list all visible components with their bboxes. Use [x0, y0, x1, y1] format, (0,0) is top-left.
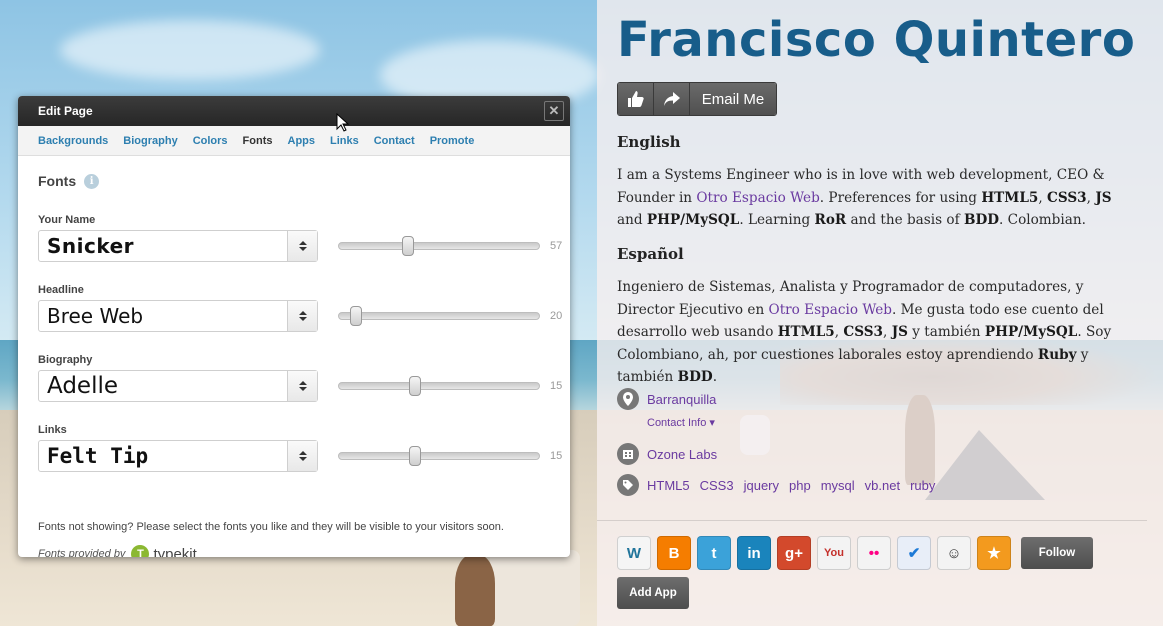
spanish-heading: Español [617, 245, 684, 263]
links-font-select[interactable]: Felt Tip [38, 440, 318, 472]
google-plus-icon[interactable]: g+ [777, 536, 811, 570]
fonts-provided-by: Fonts provided by T typekit [38, 545, 197, 557]
tag-list: HTML5 CSS3 jquery php mysql vb.net ruby [647, 478, 935, 493]
headline-size-slider[interactable] [338, 306, 540, 326]
tag-link[interactable]: ruby [910, 478, 935, 493]
location-link[interactable]: Barranquilla [647, 392, 716, 407]
english-bio: I am a Systems Engineer who is in love w… [617, 167, 1112, 228]
font-select-value: Adelle [47, 373, 119, 399]
tags-row: HTML5 CSS3 jquery php mysql vb.net ruby [617, 474, 935, 496]
slider-thumb[interactable] [402, 236, 414, 256]
location-row: Barranquilla [617, 388, 716, 410]
linkedin-icon[interactable]: in [737, 536, 771, 570]
biography-size-slider[interactable] [338, 376, 540, 396]
share-arrow-icon [663, 92, 680, 106]
dialog-title: Edit Page [38, 104, 93, 118]
caret-down-icon: ▾ [709, 417, 715, 429]
company-row: Ozone Labs [617, 443, 717, 465]
otro-espacio-web-link-es[interactable]: Otro Espacio Web [769, 302, 892, 318]
edit-page-dialog: Edit Page ✕ Backgrounds Biography Colors Fo… [18, 96, 570, 557]
tab-biography[interactable]: Biography [123, 135, 177, 147]
tab-apps[interactable]: Apps [288, 135, 316, 147]
font-select-value: Felt Tip [47, 444, 149, 468]
thumbs-up-icon [627, 91, 644, 107]
add-app-button[interactable]: Add App [617, 577, 689, 609]
mouse-cursor-icon [336, 113, 350, 132]
select-arrows-icon [287, 301, 317, 331]
blogger-icon[interactable]: B [657, 536, 691, 570]
thumbs-up-button[interactable] [618, 83, 654, 115]
dialog-tabs: Backgrounds Biography Colors Fonts Apps Links… [18, 126, 570, 156]
foursquare-icon[interactable]: ✔ [897, 536, 931, 570]
contact-info-dropdown[interactable]: Contact Info ▾ [647, 416, 715, 429]
slider-thumb[interactable] [409, 446, 421, 466]
slider-thumb[interactable] [350, 306, 362, 326]
tab-colors[interactable]: Colors [193, 135, 228, 147]
select-arrows-icon [287, 441, 317, 471]
follow-button[interactable]: Follow [1021, 537, 1093, 569]
your-name-size-value: 57 [550, 240, 563, 252]
share-button[interactable] [654, 83, 690, 115]
tab-contact[interactable]: Contact [374, 135, 415, 147]
tag-link[interactable]: jquery [744, 478, 779, 493]
links-size-slider[interactable] [338, 446, 540, 466]
tab-links[interactable]: Links [330, 135, 359, 147]
dialog-header: Edit Page ✕ [18, 96, 570, 126]
biography-size-value: 15 [550, 380, 563, 392]
action-bar: Email Me [617, 82, 777, 116]
twitter-icon[interactable]: t [697, 536, 731, 570]
tab-fonts[interactable]: Fonts [243, 135, 273, 147]
your-name-label: Your Name [38, 214, 96, 226]
headline-font-select[interactable]: Bree Web [38, 300, 318, 332]
tab-promote[interactable]: Promote [430, 135, 475, 147]
typekit-leaf-icon: T [131, 545, 150, 557]
close-icon[interactable]: ✕ [544, 101, 564, 121]
links-size-value: 15 [550, 450, 563, 462]
biography-label: Biography [38, 354, 93, 366]
select-arrows-icon [287, 371, 317, 401]
apps-bar: W Bt in g+ You •• ✔ ☺ ★ Follow [617, 536, 1093, 570]
flickr-icon[interactable]: •• [857, 536, 891, 570]
email-me-button[interactable]: Email Me [690, 83, 776, 115]
otro-espacio-web-link[interactable]: Otro Espacio Web [696, 190, 819, 206]
tab-backgrounds[interactable]: Backgrounds [38, 135, 108, 147]
font-select-value: Snicker [47, 234, 135, 258]
your-name-font-select[interactable]: Snicker [38, 230, 318, 262]
fonts-note: Fonts not showing? Please select the fon… [38, 521, 504, 533]
typekit-logo[interactable]: T typekit [131, 545, 197, 557]
tag-link[interactable]: mysql [821, 478, 855, 493]
tag-link[interactable]: vb.net [865, 478, 900, 493]
profile-panel: Francisco Quintero Email Me English I am… [597, 0, 1163, 626]
fonts-heading: Fonts i [38, 173, 100, 189]
tag-link[interactable]: HTML5 [647, 478, 690, 493]
slider-thumb[interactable] [409, 376, 421, 396]
building-icon [617, 443, 639, 465]
english-heading: English [617, 133, 681, 151]
tag-link[interactable]: php [789, 478, 811, 493]
wordpress-icon[interactable]: W [617, 536, 651, 570]
info-icon[interactable]: i [84, 173, 100, 189]
select-arrows-icon [287, 231, 317, 261]
tag-icon [617, 474, 639, 496]
youtube-icon[interactable]: You [817, 536, 851, 570]
company-link[interactable]: Ozone Labs [647, 447, 717, 462]
location-pin-icon [617, 388, 639, 410]
tag-link[interactable]: CSS3 [700, 478, 734, 493]
github-icon[interactable]: ☺ [937, 536, 971, 570]
font-select-value: Bree Web [47, 304, 144, 328]
your-name-size-slider[interactable] [338, 236, 540, 256]
headline-size-value: 20 [550, 310, 563, 322]
headline-label: Headline [38, 284, 84, 296]
biography-font-select[interactable]: Adelle [38, 370, 318, 402]
profile-name: Francisco Quintero [617, 12, 1136, 68]
favorites-icon[interactable]: ★ [977, 536, 1011, 570]
spanish-bio: Ingeniero de Sistemas, Analista y Progra… [617, 279, 1112, 385]
divider [597, 520, 1147, 521]
links-label: Links [38, 424, 67, 436]
